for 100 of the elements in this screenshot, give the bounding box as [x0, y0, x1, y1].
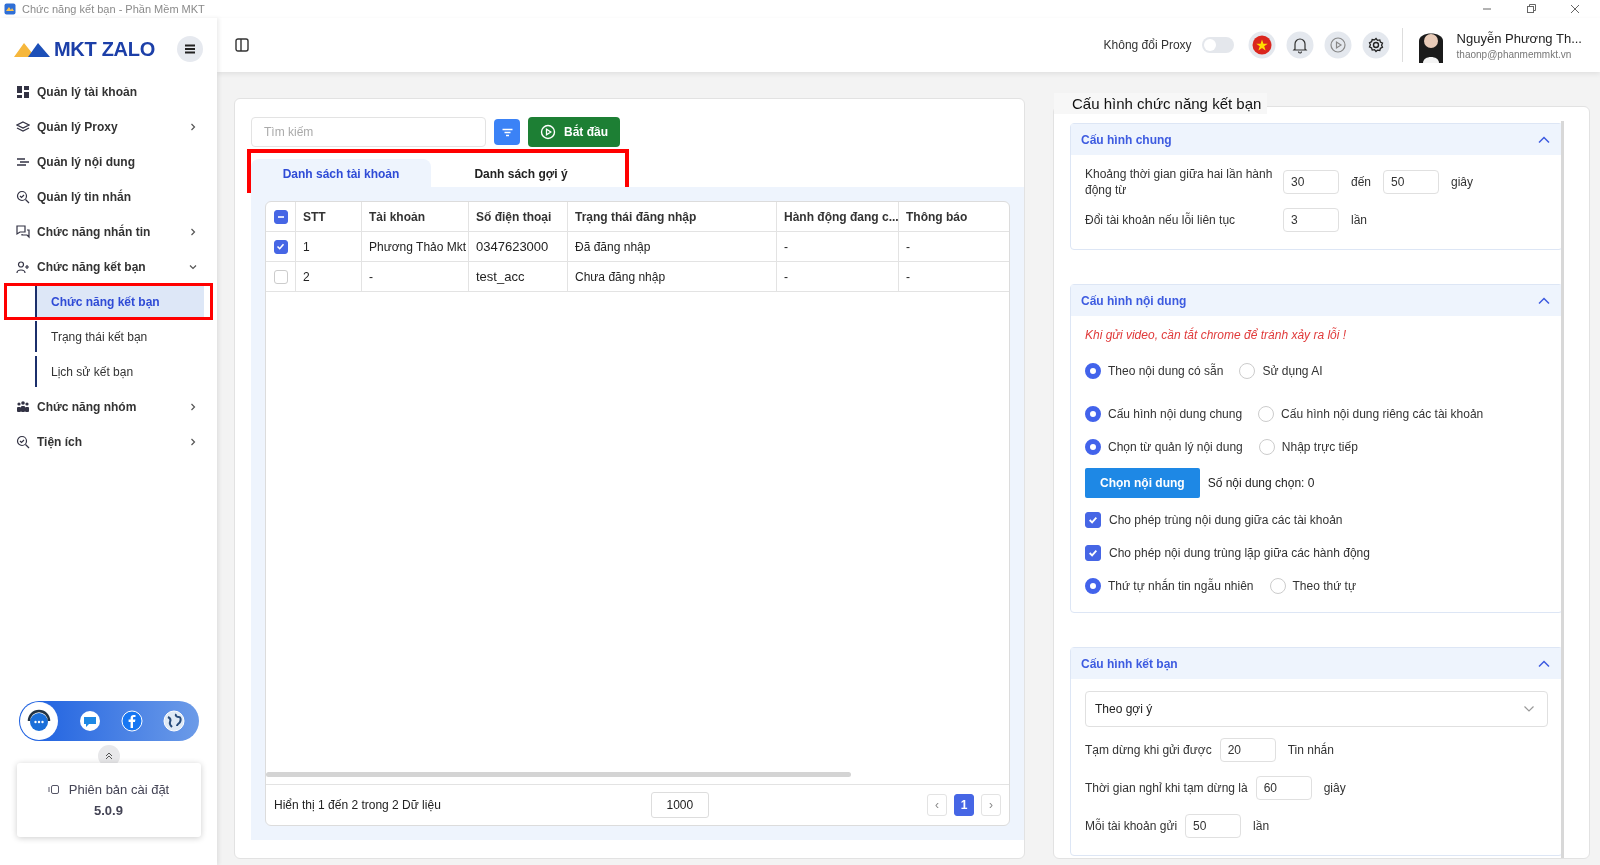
table-cell: - [777, 232, 899, 261]
flag-icon[interactable] [1247, 31, 1276, 59]
radio-label: Thứ tự nhắn tin ngẫu nhiên [1108, 578, 1254, 593]
nav-item[interactable]: Chức năng kết bạn [0, 249, 217, 284]
submenu-item[interactable]: Lịch sử kết bạn [35, 356, 204, 387]
number-field[interactable]: 3 [1283, 208, 1339, 232]
field-label: Thời gian nghỉ khi tạm dừng là [1085, 781, 1248, 795]
number-field[interactable]: 50 [1185, 814, 1242, 838]
unit-label: giây [1451, 175, 1474, 189]
radio-label: Nhập trực tiếp [1281, 439, 1358, 454]
row-checkbox[interactable] [273, 239, 288, 254]
page-button[interactable]: 1 [954, 794, 974, 816]
table-cell-text: - [905, 268, 911, 286]
table-cell: 2 [296, 262, 362, 291]
menu-icon [184, 44, 196, 54]
search-icon [16, 434, 30, 449]
chat-icon [16, 224, 30, 239]
double-chevron-icon [104, 752, 113, 760]
nav-item[interactable]: Tiện ích [0, 424, 217, 459]
table-cell-text: - [905, 238, 911, 256]
table-cell: - [362, 262, 469, 291]
field-label: Mỗi tài khoản gửi [1085, 819, 1178, 833]
column-header: Số điện thoại [469, 202, 568, 231]
unit-label: Tin nhắn [1287, 743, 1334, 757]
facebook-icon[interactable] [120, 710, 143, 732]
unit-label: lần [1351, 213, 1367, 227]
menu-button[interactable] [177, 36, 203, 62]
summary-text: Hiển thị 1 đến 2 trong 2 Dữ liệu [274, 798, 441, 812]
prev-page-button[interactable]: ‹ [927, 794, 947, 816]
submenu-item[interactable]: Chức năng kết bạn [35, 286, 204, 317]
checkbox[interactable] [1085, 544, 1101, 561]
field-label: Tạm dừng khi gửi được [1085, 743, 1212, 757]
nav-item[interactable]: Quản lý Proxy [0, 109, 217, 144]
start-button[interactable]: Bắt đầu [528, 117, 620, 147]
panel-title: Cấu hình chức năng kết bạn [1054, 93, 1268, 114]
number-field[interactable]: 30 [1283, 170, 1339, 194]
number-field[interactable]: 60 [1255, 776, 1312, 800]
settings-icon[interactable] [1361, 31, 1390, 59]
nav-item[interactable]: Chức năng nhóm [0, 389, 217, 424]
support-icon[interactable] [18, 701, 59, 741]
nav-item[interactable]: Quản lý tài khoản [0, 74, 217, 109]
radio-button[interactable] [1085, 577, 1101, 594]
radio-label: Theo nội dung có sẵn [1108, 363, 1224, 378]
table-cell: - [777, 262, 899, 291]
page-size-field[interactable]: 1000 [650, 792, 709, 818]
submenu-item[interactable]: Trạng thái kết bạn [35, 321, 204, 352]
filter-icon [501, 127, 513, 137]
section-header[interactable]: Cấu hình nội dung [1071, 285, 1562, 316]
number-field[interactable]: 20 [1219, 738, 1276, 762]
unit-label: lần [1253, 819, 1270, 833]
radio-button[interactable] [1085, 405, 1101, 422]
layers-icon [16, 119, 30, 134]
next-page-button[interactable]: › [981, 794, 1001, 816]
table-cell: Phương Thảo Mkt [362, 232, 469, 261]
user-email: thaonp@phanmemmkt.vn [1456, 48, 1573, 60]
field-label: Khoảng thời gian giữa hai lần hành động từ [1085, 166, 1274, 198]
field-label: Đổi tài khoản nếu lỗi liên tục [1085, 212, 1237, 228]
radio-button[interactable] [1085, 362, 1101, 379]
checkbox-label: Cho phép trùng nội dung giữa các tài khoản [1109, 512, 1343, 527]
checkbox[interactable] [1085, 511, 1101, 528]
check-icon [276, 242, 285, 251]
bell-icon[interactable] [1285, 31, 1314, 59]
grid-icon [16, 84, 30, 99]
select-all-checkbox[interactable] [273, 209, 288, 224]
check-icon [1088, 547, 1098, 558]
radio-label: Cấu hình nội dung riêng các tài khoản [1281, 406, 1484, 421]
scrollbar[interactable] [266, 772, 851, 777]
table-cell: test_acc [469, 262, 568, 291]
choose-content-button[interactable]: Chọn nội dung [1085, 468, 1200, 498]
section-header[interactable]: Cấu hình chung [1071, 124, 1562, 155]
group-icon [16, 399, 30, 414]
proxy-toggle[interactable] [1201, 37, 1234, 53]
mode-dropdown[interactable]: Theo gợi ý [1085, 691, 1548, 727]
nav-item[interactable]: Quản lý tin nhắn [0, 179, 217, 214]
radio-label: Chọn từ quản lý nội dung [1108, 439, 1243, 454]
version-number: 5.0.9 [94, 803, 123, 818]
play-icon [540, 124, 556, 140]
search-field[interactable]: Tìm kiếm [251, 117, 486, 147]
window-title: Chức năng kết bạn - Phần Mềm MKT [22, 3, 205, 15]
number-field[interactable]: 50 [1383, 170, 1440, 194]
proxy-label: Không đổi Proxy [1103, 38, 1192, 52]
globe-icon[interactable] [162, 710, 185, 732]
filter-button[interactable] [494, 119, 520, 145]
nav-item[interactable]: Chức năng nhắn tin [0, 214, 217, 249]
restore-icon[interactable] [1526, 4, 1536, 14]
logo-text: MKT ZALO [54, 37, 155, 61]
layout-icon[interactable] [235, 38, 249, 52]
table-cell: 1 [296, 232, 362, 261]
close-icon[interactable] [1570, 4, 1580, 14]
tab[interactable]: Danh sách tài khoản [251, 159, 431, 189]
play-icon[interactable] [1323, 31, 1352, 59]
table-cell: 0347623000 [469, 232, 568, 261]
chat-bubble-icon[interactable] [78, 710, 101, 732]
radio-button[interactable] [1085, 438, 1101, 455]
chat-search-icon [16, 189, 30, 204]
app-icon [4, 3, 16, 15]
user-name: Nguyễn Phương Th... [1456, 30, 1582, 46]
section-header[interactable]: Cấu hình kết bạn [1071, 648, 1562, 679]
nav-item[interactable]: Quản lý nội dung [0, 144, 217, 179]
unit-label: giây [1323, 781, 1346, 795]
